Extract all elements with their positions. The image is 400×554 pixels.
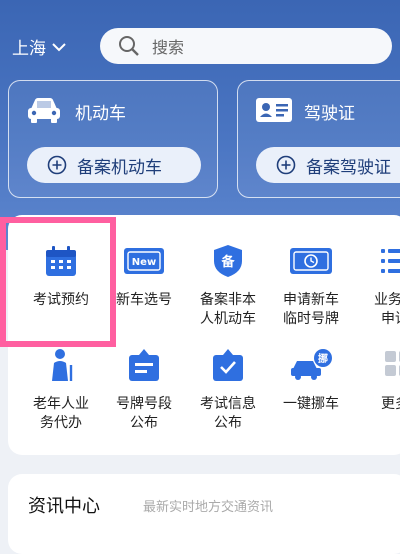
- search-placeholder: 搜索: [152, 38, 185, 57]
- add-circle-icon: [276, 155, 296, 175]
- shield-icon: 备: [183, 241, 273, 281]
- service-label: 更多: [381, 396, 400, 412]
- service-label: 号牌号段 公布: [116, 396, 172, 431]
- chevron-down-icon: [52, 37, 66, 57]
- license-card-title: 驾驶证: [304, 104, 355, 124]
- service-label: 老年人业 务代办: [33, 396, 89, 431]
- new-plate-icon: New: [99, 241, 189, 281]
- service-label: 一键挪车: [283, 396, 339, 412]
- service-exam-booking[interactable]: 考试预约: [16, 241, 106, 310]
- move-car-icon: 挪: [266, 345, 356, 385]
- service-exam-info[interactable]: 考试信息 公布: [183, 345, 273, 433]
- plate-segment-icon: [99, 345, 189, 385]
- car-icon: [25, 95, 63, 129]
- news-section[interactable]: 资讯中心 最新实时地方交通资讯: [8, 474, 400, 554]
- add-circle-icon: [47, 155, 67, 175]
- service-new-plate-selection[interactable]: New 新车选号: [99, 241, 189, 310]
- elder-icon: [16, 345, 106, 385]
- service-label: 业务预 申请: [374, 292, 400, 327]
- service-business-pre-apply[interactable]: 业务预 申请: [350, 241, 400, 329]
- service-label: 考试预约: [33, 292, 89, 308]
- service-elder-agent[interactable]: 老年人业 务代办: [16, 345, 106, 433]
- city-selector[interactable]: 上海: [12, 34, 66, 59]
- service-label: 申请新车 临时号牌: [283, 292, 339, 327]
- search-icon: [118, 35, 140, 57]
- service-label: 新车选号: [116, 292, 172, 308]
- service-register-others-vehicle[interactable]: 备 备案非本 人机动车: [183, 241, 273, 329]
- register-vehicle-button[interactable]: 备案机动车: [27, 147, 201, 183]
- register-vehicle-label: 备案机动车: [77, 157, 162, 178]
- service-temp-plate[interactable]: 申请新车 临时号牌: [266, 241, 356, 329]
- register-license-button[interactable]: 备案驾驶证: [256, 147, 400, 183]
- svg-text:备: 备: [220, 254, 235, 270]
- news-title: 资讯中心: [28, 496, 100, 517]
- more-icon: [350, 345, 400, 385]
- service-move-car[interactable]: 挪 一键挪车: [266, 345, 356, 414]
- city-label: 上海: [12, 39, 46, 59]
- svg-text:挪: 挪: [318, 352, 328, 365]
- list-icon: [350, 241, 400, 281]
- license-card[interactable]: 驾驶证 备案驾驶证: [237, 80, 400, 198]
- exam-info-icon: [183, 345, 273, 385]
- register-license-label: 备案驾驶证: [306, 157, 391, 178]
- service-plate-segment[interactable]: 号牌号段 公布: [99, 345, 189, 433]
- vehicle-card-title: 机动车: [75, 104, 126, 124]
- vehicle-card[interactable]: 机动车 备案机动车: [8, 80, 218, 198]
- service-label: 备案非本 人机动车: [200, 292, 256, 327]
- temp-plate-icon: [266, 241, 356, 281]
- news-subtitle: 最新实时地方交通资讯: [143, 500, 274, 515]
- service-label: 考试信息 公布: [200, 396, 256, 431]
- calendar-icon: [16, 241, 106, 281]
- search-input[interactable]: 搜索: [100, 28, 392, 64]
- svg-text:New: New: [132, 257, 156, 268]
- id-card-icon: [254, 95, 294, 129]
- service-more[interactable]: 更多: [350, 345, 400, 414]
